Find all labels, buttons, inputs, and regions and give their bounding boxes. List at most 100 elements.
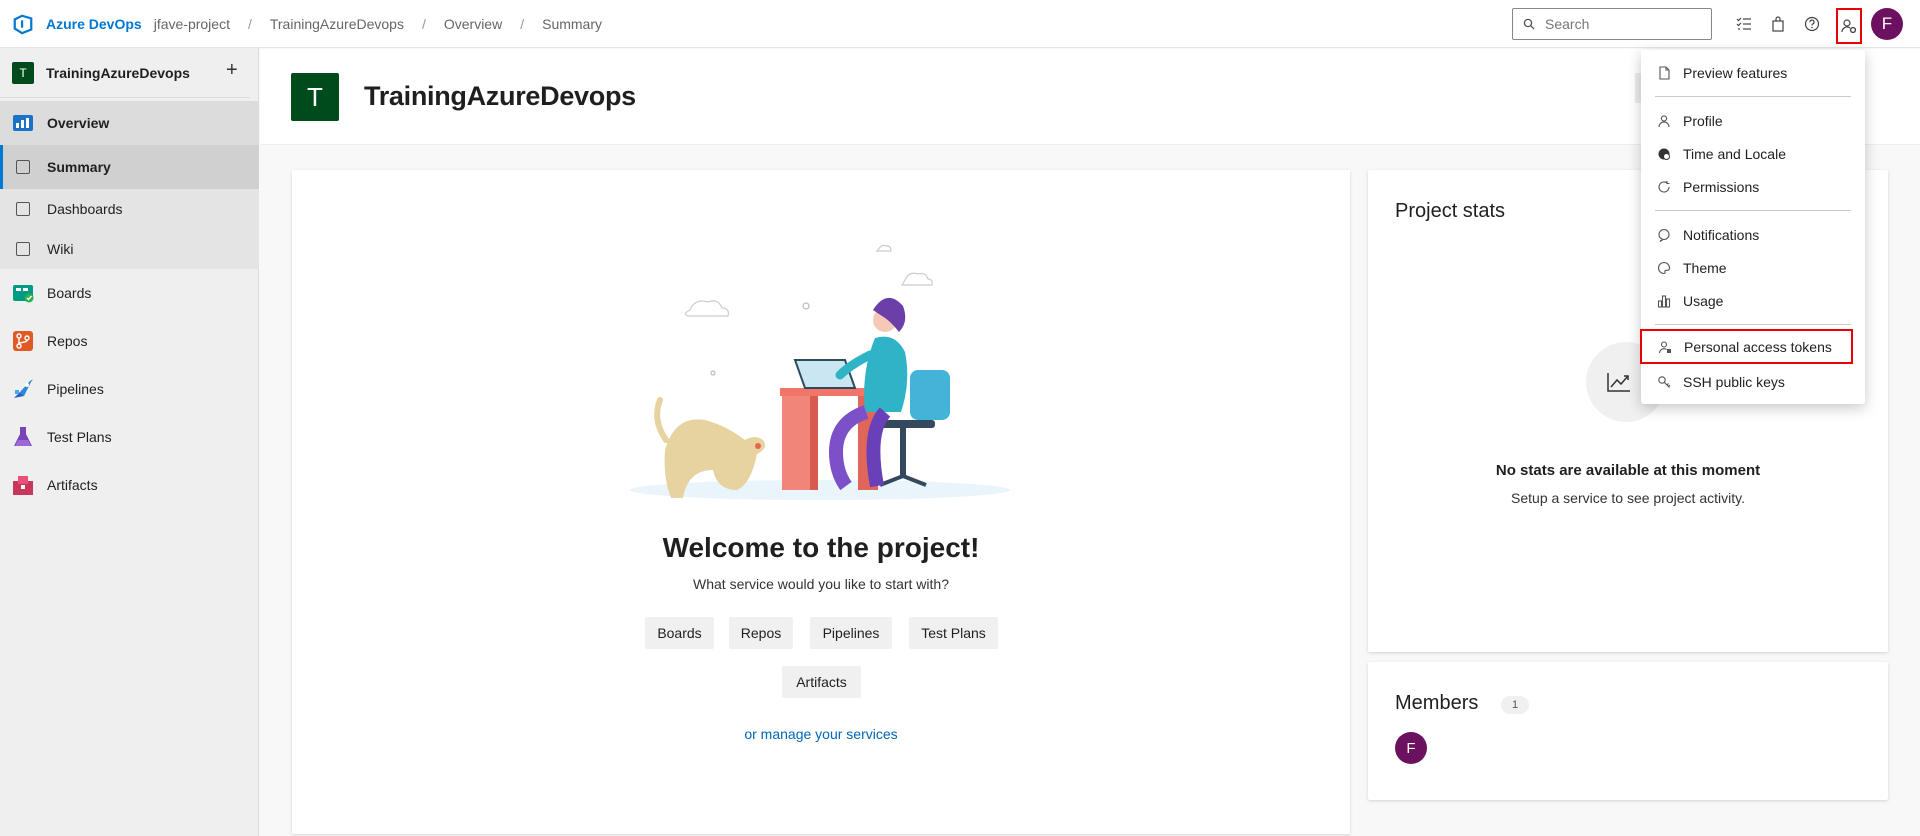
welcome-card: Welcome to the project! What service wou…: [292, 170, 1350, 834]
sidebar-item-label: Artifacts: [47, 477, 98, 493]
sidebar: T TrainingAzureDevops + Overview Summary…: [0, 48, 259, 836]
welcome-subtitle: What service would you like to start wit…: [693, 576, 949, 592]
user-settings-button[interactable]: [1836, 8, 1862, 44]
project-badge: T: [12, 61, 34, 84]
menu-item-ssh-public-keys[interactable]: SSH public keys: [1641, 366, 1865, 398]
chat-icon: [1656, 227, 1672, 243]
sidebar-item-label: Test Plans: [47, 429, 112, 445]
search-input[interactable]: Search: [1512, 8, 1712, 40]
breadcrumb-overview[interactable]: Overview: [444, 16, 502, 32]
welcome-title: Welcome to the project!: [662, 532, 980, 563]
menu-item-profile[interactable]: Profile: [1641, 105, 1865, 137]
chart-icon: [1656, 293, 1672, 309]
breadcrumb-summary[interactable]: Summary: [542, 16, 602, 32]
project-selector[interactable]: T TrainingAzureDevops: [0, 48, 250, 98]
overview-icon: [13, 115, 33, 131]
project-avatar: T: [291, 73, 339, 121]
menu-item-preview-features[interactable]: Preview features: [1641, 57, 1865, 89]
user-avatar[interactable]: F: [1871, 8, 1903, 40]
sidebar-item-boards[interactable]: Boards: [0, 269, 259, 317]
menu-item-label: Profile: [1683, 113, 1723, 129]
sidebar-item-label: Summary: [47, 159, 111, 175]
service-pipelines-button[interactable]: Pipelines: [810, 617, 892, 649]
menu-item-notifications[interactable]: Notifications: [1641, 219, 1865, 251]
menu-divider: [1655, 96, 1851, 97]
trend-chart-icon: [1607, 373, 1630, 392]
token-icon: [1657, 339, 1673, 355]
members-count-badge: 1: [1501, 696, 1529, 714]
profile-icon: [1656, 113, 1672, 129]
globe-icon: [1656, 146, 1672, 162]
breadcrumb-separator: /: [520, 15, 525, 32]
members-title: Members: [1395, 692, 1479, 714]
menu-item-label: Theme: [1683, 260, 1727, 276]
breadcrumb-separator: /: [421, 15, 426, 32]
breadcrumb-organization[interactable]: jfave-project: [154, 16, 230, 32]
user-settings-menu: Preview features Profile Time and Locale…: [1640, 50, 1865, 404]
project-stats-title: Project stats: [1395, 200, 1506, 222]
breadcrumb-project[interactable]: TrainingAzureDevops: [270, 16, 404, 32]
azure-devops-logo-icon[interactable]: [12, 13, 34, 35]
dashboards-icon: [16, 202, 30, 216]
menu-item-time-and-locale[interactable]: Time and Locale: [1641, 138, 1865, 170]
artifacts-icon: [13, 476, 33, 495]
menu-item-label: Notifications: [1683, 227, 1760, 243]
no-stats-subtitle: Setup a service to see project activity.: [1511, 490, 1745, 506]
work-items-icon[interactable]: [1732, 12, 1756, 36]
breadcrumb-separator: /: [247, 15, 252, 32]
sidebar-item-label: Wiki: [47, 241, 74, 257]
menu-item-label: Permissions: [1683, 179, 1760, 195]
menu-item-label: SSH public keys: [1683, 374, 1785, 390]
wiki-icon: [16, 242, 30, 256]
repos-icon: [13, 331, 33, 351]
add-button[interactable]: +: [226, 59, 238, 82]
sidebar-item-test-plans[interactable]: Test Plans: [0, 413, 259, 461]
menu-item-permissions[interactable]: Permissions: [1641, 171, 1865, 203]
sidebar-item-overview[interactable]: Overview: [0, 101, 259, 145]
project-name: TrainingAzureDevops: [46, 64, 190, 81]
service-boards-button[interactable]: Boards: [645, 617, 714, 649]
document-icon: [1656, 65, 1672, 81]
test-plans-icon: [14, 427, 32, 446]
menu-divider: [1655, 210, 1851, 211]
search-icon: [1523, 18, 1535, 30]
members-card: Members 1 F: [1368, 662, 1888, 800]
menu-divider: [1655, 324, 1851, 325]
manage-services-link[interactable]: or manage your services: [292, 726, 1350, 742]
help-icon[interactable]: [1800, 12, 1824, 36]
boards-icon: [13, 285, 34, 303]
menu-item-label: Personal access tokens: [1684, 338, 1832, 355]
menu-item-theme[interactable]: Theme: [1641, 252, 1865, 284]
marketplace-bag-icon[interactable]: [1766, 12, 1790, 36]
page-title: TrainingAzureDevops: [364, 81, 636, 111]
sidebar-item-label: Boards: [47, 285, 92, 301]
sidebar-item-label: Pipelines: [47, 381, 104, 397]
sidebar-item-pipelines[interactable]: Pipelines: [0, 365, 259, 413]
sidebar-item-label: Dashboards: [47, 201, 123, 217]
sidebar-item-summary[interactable]: Summary: [0, 145, 259, 189]
welcome-illustration: [630, 244, 1010, 500]
palette-icon: [1656, 260, 1672, 276]
service-repos-button[interactable]: Repos: [729, 617, 793, 649]
summary-icon: [16, 160, 30, 174]
service-artifacts-button[interactable]: Artifacts: [782, 666, 861, 698]
sidebar-item-label: Overview: [47, 115, 110, 131]
sidebar-item-dashboards[interactable]: Dashboards: [0, 189, 259, 229]
menu-item-label: Usage: [1683, 293, 1724, 309]
user-settings-icon: [1841, 19, 1857, 34]
menu-item-usage[interactable]: Usage: [1641, 285, 1865, 317]
sidebar-item-label: Repos: [47, 333, 88, 349]
menu-item-label: Preview features: [1683, 65, 1788, 81]
sidebar-item-artifacts[interactable]: Artifacts: [0, 461, 259, 509]
brand-link[interactable]: Azure DevOps: [46, 16, 142, 32]
menu-item-label: Time and Locale: [1683, 146, 1786, 162]
sidebar-item-wiki[interactable]: Wiki: [0, 229, 259, 269]
refresh-icon: [1656, 179, 1672, 195]
no-stats-title: No stats are available at this moment: [1495, 462, 1761, 479]
service-test-plans-button[interactable]: Test Plans: [909, 617, 998, 649]
member-avatar[interactable]: F: [1395, 732, 1427, 764]
search-placeholder: Search: [1545, 16, 1590, 32]
menu-item-personal-access-tokens[interactable]: Personal access tokens: [1640, 329, 1853, 364]
sidebar-item-repos[interactable]: Repos: [0, 317, 259, 365]
pipelines-icon: [14, 379, 33, 398]
